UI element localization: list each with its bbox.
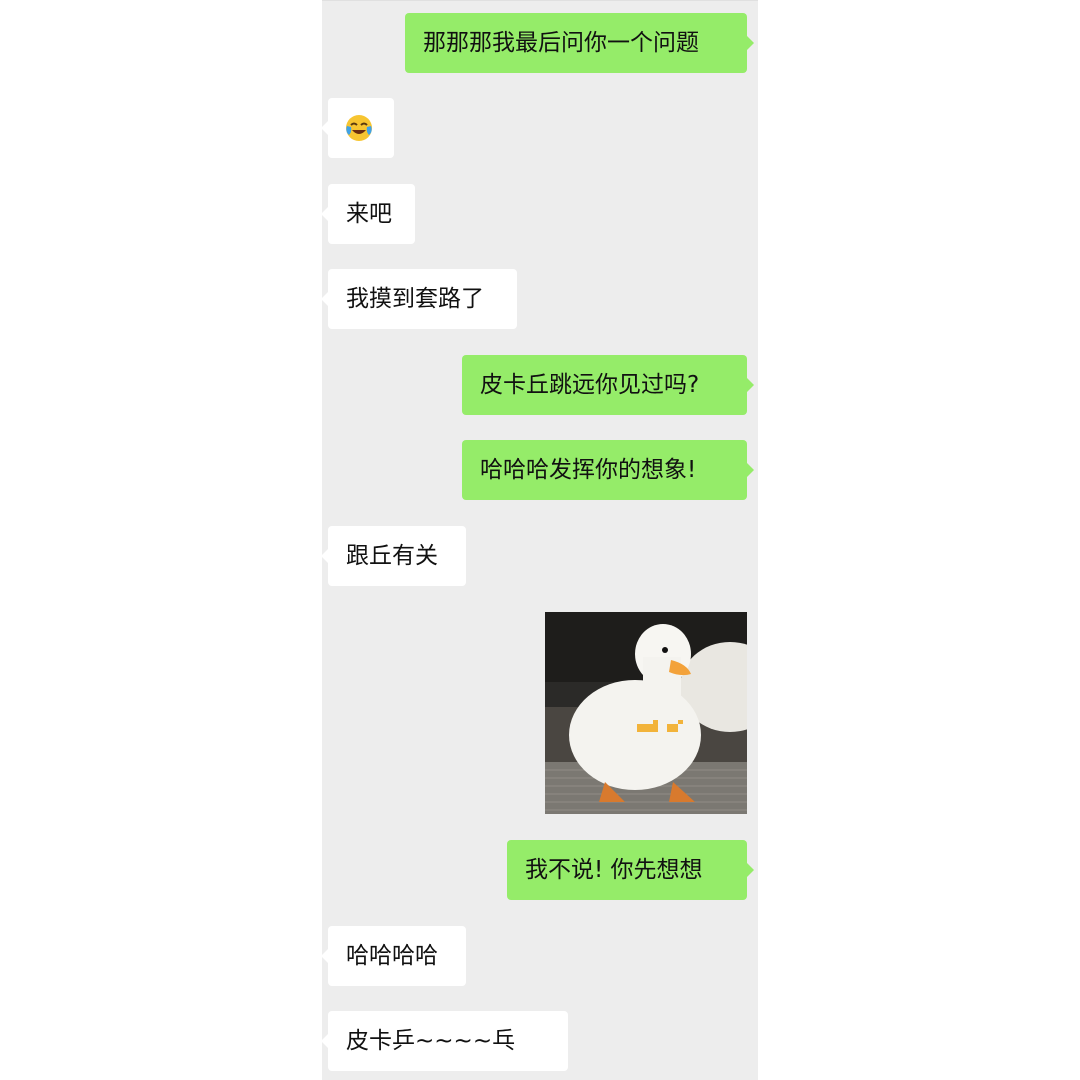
outgoing-message[interactable]: 皮卡丘跳远你见过吗? bbox=[462, 355, 754, 415]
incoming-message[interactable]: 哈哈哈哈 bbox=[321, 926, 466, 986]
message-text: 我不说! 你先想想 bbox=[525, 857, 703, 883]
message-text: 我摸到套路了 bbox=[346, 286, 484, 312]
message-text: 那那那我最后问你一个问题 bbox=[423, 30, 699, 56]
incoming-emoji-message[interactable] bbox=[321, 98, 394, 158]
incoming-message[interactable]: 跟丘有关 bbox=[321, 526, 466, 586]
message-text: 哈哈哈哈 bbox=[346, 943, 438, 969]
duck-sticker-image bbox=[545, 612, 747, 814]
outgoing-message[interactable]: 哈哈哈发挥你的想象! bbox=[462, 440, 754, 500]
message-text: 皮卡丘跳远你见过吗? bbox=[480, 372, 700, 398]
laughing-crying-face-icon bbox=[346, 115, 372, 141]
message-text: 皮卡乒~~~~乓 bbox=[346, 1028, 516, 1054]
message-text: 跟丘有关 bbox=[346, 543, 438, 569]
incoming-message[interactable]: 来吧 bbox=[321, 184, 415, 244]
outgoing-message[interactable]: 我不说! 你先想想 bbox=[507, 840, 754, 900]
message-text: 哈哈哈发挥你的想象! bbox=[480, 457, 697, 483]
duck-sticker[interactable] bbox=[545, 612, 747, 814]
message-text: 来吧 bbox=[346, 201, 392, 227]
incoming-message[interactable]: 皮卡乒~~~~乓 bbox=[321, 1011, 568, 1071]
incoming-message[interactable]: 我摸到套路了 bbox=[321, 269, 517, 329]
outgoing-message[interactable]: 那那那我最后问你一个问题 bbox=[405, 13, 754, 73]
